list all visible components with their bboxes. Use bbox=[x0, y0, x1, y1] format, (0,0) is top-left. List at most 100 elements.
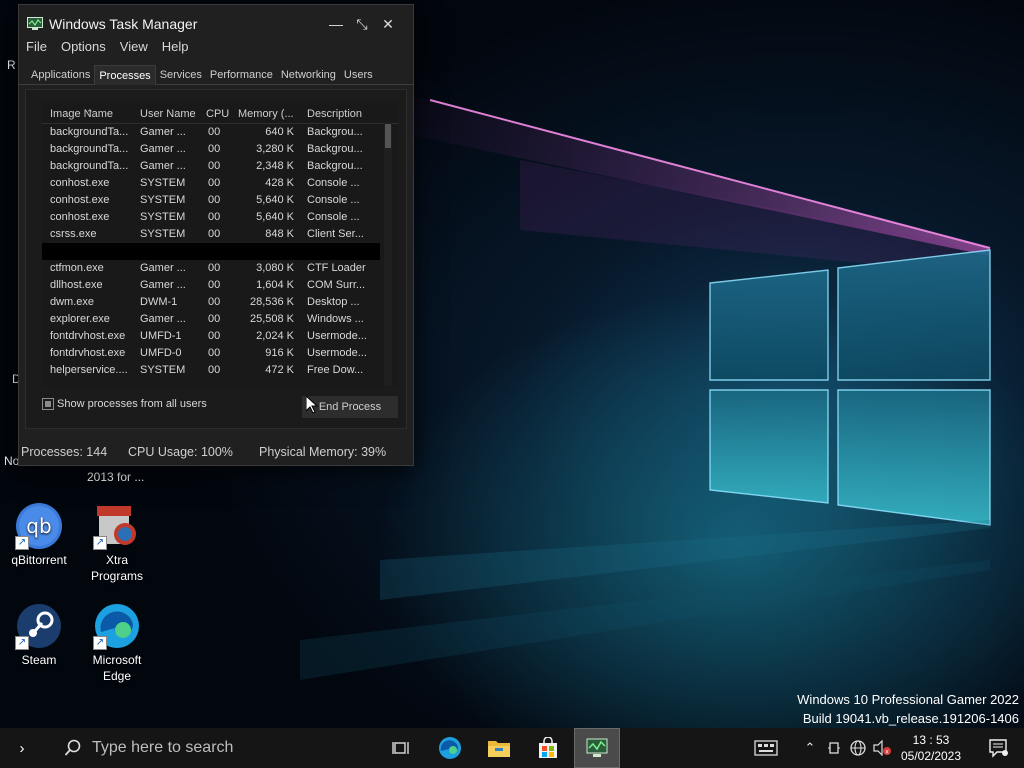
table-row[interactable]: backgroundTa... Gamer ... 00 2,348 K Backgro… bbox=[42, 158, 398, 175]
table-row[interactable]: dwm.exe DWM-1 00 28,536 K Desktop ... bbox=[42, 294, 398, 311]
show-all-users-option[interactable]: Show processes from all users bbox=[42, 398, 207, 410]
show-all-users-checkbox[interactable] bbox=[42, 398, 54, 410]
start-button[interactable]: › bbox=[0, 728, 44, 768]
desktop-icon-qbittorrent[interactable]: qb ↗ qBittorrent bbox=[0, 502, 79, 568]
shortcut-arrow-icon: ↗ bbox=[93, 536, 107, 550]
process-user: UMFD-1 bbox=[140, 330, 182, 342]
windows-watermark: Windows 10 Professional Gamer 2022 Build… bbox=[797, 690, 1019, 728]
tray-device-button[interactable] bbox=[822, 728, 846, 768]
watermark-edition: Windows 10 Professional Gamer 2022 bbox=[797, 692, 1019, 707]
table-row[interactable]: conhost.exe SYSTEM 00 428 K Console ... bbox=[42, 175, 398, 192]
clock-date: 05/02/2023 bbox=[900, 749, 962, 763]
globe-icon bbox=[850, 740, 866, 756]
process-cpu: 00 bbox=[208, 211, 221, 223]
notification-center-icon[interactable] bbox=[988, 738, 1008, 758]
process-cpu: 00 bbox=[208, 313, 221, 325]
table-row[interactable]: dllhost.exe Gamer ... 00 1,604 K COM Surr... bbox=[42, 277, 398, 294]
redacted-row bbox=[42, 243, 380, 260]
desktop-icon-microsoft-edge[interactable]: ↗ Microsoft Edge bbox=[77, 602, 157, 684]
process-list[interactable]: ⌃ Image Name User Name CPU Memory (... D… bbox=[42, 102, 398, 388]
taskbar-store-button[interactable] bbox=[525, 728, 571, 768]
scrollbar-thumb[interactable] bbox=[385, 124, 391, 148]
task-manager-icon bbox=[27, 17, 43, 30]
table-row[interactable]: csrss.exe SYSTEM 00 848 K Client Ser... bbox=[42, 226, 398, 243]
table-row[interactable]: fontdrvhost.exe UMFD-0 00 916 K Usermode... bbox=[42, 345, 398, 362]
process-user: SYSTEM bbox=[140, 177, 186, 189]
column-cpu[interactable]: CPU bbox=[206, 108, 229, 120]
process-user: UMFD-0 bbox=[140, 347, 182, 359]
tab-networking[interactable]: Networking bbox=[277, 65, 340, 84]
column-description[interactable]: Description bbox=[307, 108, 362, 120]
process-description: Backgrou... bbox=[307, 143, 363, 155]
process-memory: 472 K bbox=[265, 364, 294, 376]
minimize-button[interactable]: — bbox=[323, 14, 349, 34]
tab-users[interactable]: Users bbox=[340, 65, 377, 84]
tab-performance[interactable]: Performance bbox=[206, 65, 277, 84]
process-user: SYSTEM bbox=[140, 211, 186, 223]
process-cpu: 00 bbox=[208, 177, 221, 189]
process-user: Gamer ... bbox=[140, 126, 186, 138]
tab-strip: Applications Processes Services Performa… bbox=[19, 65, 413, 85]
shortcut-arrow-icon: ↗ bbox=[93, 636, 107, 650]
desktop-partial-label-2013: 2013 for ... bbox=[87, 470, 145, 484]
tray-keyboard-button[interactable] bbox=[748, 728, 784, 768]
table-row[interactable]: conhost.exe SYSTEM 00 5,640 K Console ... bbox=[42, 192, 398, 209]
desktop-icon-xtra-programs[interactable]: ↗ Xtra Programs bbox=[77, 502, 157, 584]
process-name: backgroundTa... bbox=[50, 126, 129, 138]
table-row[interactable]: ctfmon.exe Gamer ... 00 3,080 K CTF Loader bbox=[42, 260, 398, 277]
close-button[interactable]: ✕ bbox=[375, 14, 401, 34]
tray-overflow-button[interactable]: ⌃ bbox=[798, 728, 822, 768]
process-rows-top: backgroundTa... Gamer ... 00 640 K Backgrou.… bbox=[42, 124, 398, 243]
file-explorer-icon bbox=[488, 741, 510, 757]
process-cpu: 00 bbox=[208, 143, 221, 155]
tab-processes[interactable]: Processes bbox=[94, 65, 156, 85]
taskbar-clock[interactable]: 13 : 53 05/02/2023 bbox=[894, 732, 968, 764]
chevron-right-icon: › bbox=[19, 739, 25, 757]
table-row[interactable]: fontdrvhost.exe UMFD-1 00 2,024 K Usermode..… bbox=[42, 328, 398, 345]
tab-services[interactable]: Services bbox=[156, 65, 206, 84]
column-user-name[interactable]: User Name bbox=[140, 108, 196, 120]
process-user: Gamer ... bbox=[140, 160, 186, 172]
maximize-button[interactable]: ⤡ bbox=[349, 14, 375, 34]
table-row[interactable]: conhost.exe SYSTEM 00 5,640 K Console ... bbox=[42, 209, 398, 226]
table-row[interactable]: helperservice.... SYSTEM 00 472 K Free Dow..… bbox=[42, 362, 398, 379]
process-description: Backgrou... bbox=[307, 126, 363, 138]
column-image-name[interactable]: Image Name bbox=[50, 108, 113, 120]
process-memory: 640 K bbox=[265, 126, 294, 138]
column-memory[interactable]: Memory (... bbox=[238, 108, 294, 120]
process-name: backgroundTa... bbox=[50, 143, 129, 155]
desktop-icon-steam[interactable]: ↗ Steam bbox=[0, 602, 79, 668]
table-row[interactable]: backgroundTa... Gamer ... 00 640 K Backgrou.… bbox=[42, 124, 398, 141]
taskbar-file-explorer-button[interactable] bbox=[476, 728, 522, 768]
title-bar[interactable]: Windows Task Manager — ⤡ ✕ bbox=[19, 5, 413, 43]
taskbar-apps bbox=[378, 728, 623, 768]
menu-file[interactable]: File bbox=[19, 39, 54, 57]
tray-volume-button[interactable]: x bbox=[870, 728, 894, 768]
task-manager-window[interactable]: Windows Task Manager — ⤡ ✕ File Options … bbox=[18, 4, 414, 466]
process-memory: 2,024 K bbox=[256, 330, 294, 342]
process-cpu: 00 bbox=[208, 347, 221, 359]
vertical-scrollbar[interactable] bbox=[384, 122, 392, 386]
process-cpu: 00 bbox=[208, 296, 221, 308]
menu-help[interactable]: Help bbox=[155, 39, 196, 57]
table-row[interactable]: explorer.exe Gamer ... 00 25,508 K Windows .… bbox=[42, 311, 398, 328]
taskbar-edge-button[interactable] bbox=[427, 728, 473, 768]
chevron-up-icon: ⌃ bbox=[804, 740, 816, 755]
list-header: ⌃ Image Name User Name CPU Memory (... D… bbox=[42, 102, 398, 124]
process-name: fontdrvhost.exe bbox=[50, 330, 126, 342]
tray-network-button[interactable] bbox=[846, 728, 870, 768]
taskbar-task-manager-button[interactable] bbox=[574, 728, 620, 768]
edge-icon bbox=[439, 737, 461, 759]
volume-muted-icon: x bbox=[873, 740, 891, 756]
desktop-icon-label: Microsoft Edge bbox=[92, 653, 142, 683]
table-row[interactable]: backgroundTa... Gamer ... 00 3,280 K Backgro… bbox=[42, 141, 398, 158]
process-memory: 3,280 K bbox=[256, 143, 294, 155]
process-cpu: 00 bbox=[208, 364, 221, 376]
status-bar: Processes: 144 CPU Usage: 100% Physical … bbox=[19, 439, 413, 465]
menu-options[interactable]: Options bbox=[54, 39, 113, 57]
taskbar-search[interactable]: Type here to search bbox=[44, 728, 364, 768]
task-view-button[interactable] bbox=[378, 728, 424, 768]
menu-view[interactable]: View bbox=[113, 39, 155, 57]
tab-applications[interactable]: Applications bbox=[27, 65, 94, 84]
system-tray: ⌃ x 13 : 53 05/02/2023 bbox=[748, 728, 968, 768]
